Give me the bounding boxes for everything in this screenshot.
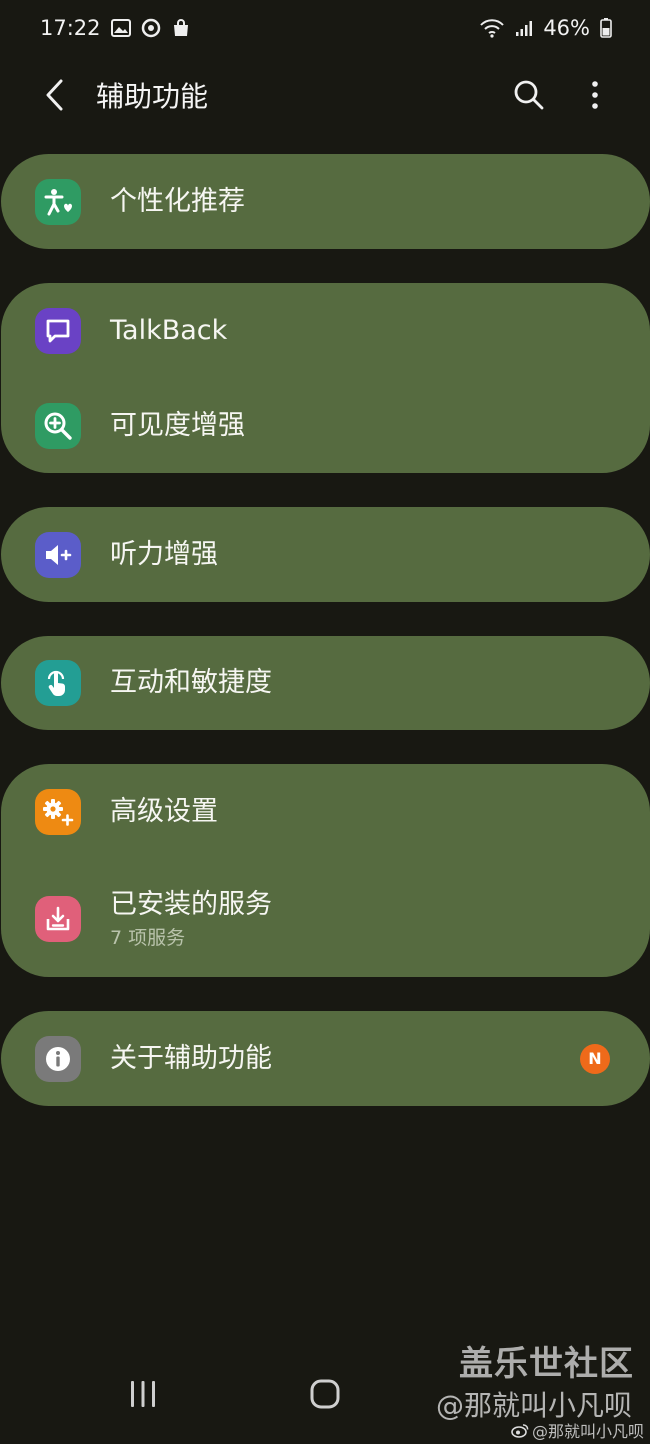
settings-card-advanced: 高级设置 已安装的服务 7 项服务 bbox=[1, 764, 650, 977]
battery-icon bbox=[600, 18, 612, 38]
item-text: 听力增强 bbox=[110, 538, 218, 572]
settings-card-interaction: 互动和敏捷度 bbox=[1, 636, 650, 730]
home-button[interactable] bbox=[295, 1374, 355, 1414]
settings-card-vision: TalkBack 可见度增强 bbox=[1, 283, 650, 473]
item-label: 个性化推荐 bbox=[110, 185, 245, 217]
accessibility-person-icon bbox=[35, 178, 81, 225]
back-button[interactable] bbox=[30, 70, 80, 120]
settings-card-about: 关于辅助功能 N bbox=[1, 1011, 650, 1106]
gallery-icon bbox=[110, 19, 131, 37]
more-vertical-icon bbox=[592, 81, 598, 109]
settings-card-hearing: 听力增强 bbox=[1, 507, 650, 602]
item-label: 互动和敏捷度 bbox=[110, 667, 272, 698]
item-text: 已安装的服务 7 项服务 bbox=[110, 888, 272, 950]
touch-hand-icon bbox=[35, 660, 81, 706]
item-text: TalkBack bbox=[110, 314, 227, 348]
item-text: 关于辅助功能 bbox=[110, 1042, 272, 1076]
item-label: 已安装的服务 bbox=[110, 888, 272, 920]
back-arrow-icon bbox=[46, 79, 63, 111]
menu-item-advanced-settings[interactable]: 高级设置 bbox=[1, 764, 650, 860]
status-time: 17:22 bbox=[40, 16, 101, 40]
talkback-icon bbox=[35, 308, 81, 354]
menu-item-hearing-enhancements[interactable]: 听力增强 bbox=[1, 507, 650, 602]
item-text: 高级设置 bbox=[110, 795, 218, 829]
status-left: 17:22 bbox=[40, 16, 191, 40]
navigation-bar bbox=[0, 1360, 650, 1444]
item-label: 可见度增强 bbox=[110, 410, 245, 441]
menu-item-installed-services[interactable]: 已安装的服务 7 项服务 bbox=[1, 860, 650, 977]
installed-download-icon bbox=[35, 895, 81, 942]
menu-item-interaction-dexterity[interactable]: 互动和敏捷度 bbox=[1, 636, 650, 730]
item-label: 高级设置 bbox=[110, 796, 218, 827]
new-badge: N bbox=[580, 1043, 610, 1074]
info-icon bbox=[35, 1035, 81, 1082]
item-text: 可见度增强 bbox=[110, 409, 245, 443]
shopping-bag-icon bbox=[171, 18, 191, 38]
item-label: 关于辅助功能 bbox=[110, 1042, 272, 1074]
wifi-icon bbox=[479, 18, 505, 38]
recent-apps-icon bbox=[131, 1381, 155, 1407]
app-bar: 辅助功能 bbox=[0, 60, 650, 130]
item-label: TalkBack bbox=[110, 315, 228, 346]
zoom-in-icon bbox=[35, 403, 81, 449]
settings-card-personalized: 个性化推荐 bbox=[1, 154, 650, 249]
item-text: 互动和敏捷度 bbox=[110, 666, 272, 700]
item-label: 听力增强 bbox=[110, 538, 218, 570]
page-title: 辅助功能 bbox=[96, 80, 209, 113]
item-text: 个性化推荐 bbox=[110, 185, 245, 219]
sync-circle-icon bbox=[141, 18, 161, 38]
search-button[interactable] bbox=[504, 70, 554, 120]
menu-item-talkback[interactable]: TalkBack bbox=[1, 283, 650, 379]
menu-item-about-accessibility[interactable]: 关于辅助功能 N bbox=[1, 1011, 650, 1106]
home-icon bbox=[310, 1379, 340, 1409]
more-options-button[interactable] bbox=[570, 70, 620, 120]
hearing-volume-icon bbox=[35, 531, 81, 578]
accessibility-settings-screen: 17:22 46% 辅助功能 个性化推荐 TalkBack 可见度增强 听力增强… bbox=[0, 0, 650, 1444]
recent-apps-button[interactable] bbox=[113, 1374, 173, 1414]
search-icon bbox=[514, 80, 544, 110]
menu-item-personalized-recommendations[interactable]: 个性化推荐 bbox=[1, 154, 650, 249]
item-subtitle: 7 项服务 bbox=[110, 926, 186, 949]
signal-icon bbox=[515, 19, 533, 37]
advanced-settings-icon bbox=[35, 789, 81, 835]
menu-item-visibility-enhancements[interactable]: 可见度增强 bbox=[1, 379, 650, 473]
battery-percentage: 46% bbox=[543, 16, 590, 40]
status-right: 46% bbox=[479, 16, 612, 40]
status-bar: 17:22 46% bbox=[0, 0, 650, 56]
